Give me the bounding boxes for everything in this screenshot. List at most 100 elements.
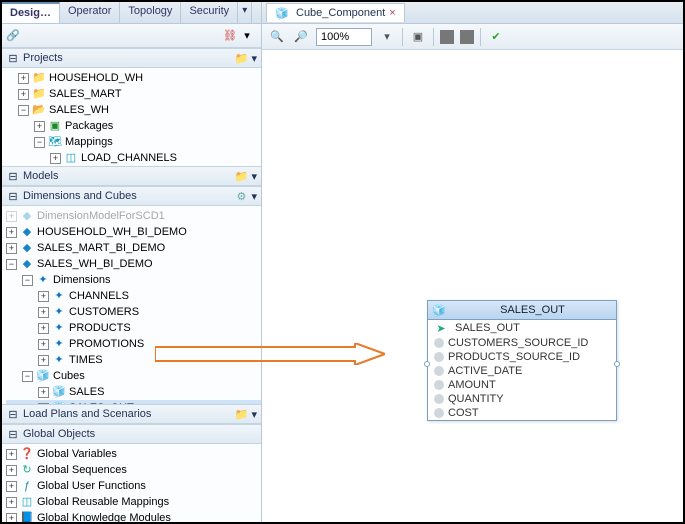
collapse-icon[interactable]: ⊟	[6, 51, 20, 65]
expander[interactable]: +	[6, 497, 17, 508]
expander[interactable]: +	[50, 153, 61, 164]
validate-icon[interactable]: ✔	[487, 28, 505, 46]
tree-label[interactable]: LOAD_CHANNELS	[81, 150, 177, 166]
tree-label[interactable]: SALES_WH	[49, 102, 109, 118]
node-attr[interactable]: AMOUNT	[428, 378, 616, 392]
dimcubes-menu-icon[interactable]: ⚙	[234, 189, 248, 203]
layout2-icon[interactable]	[460, 30, 474, 44]
section-dimcubes[interactable]: ⊟ Dimensions and Cubes ⚙ ▾	[2, 186, 261, 206]
loadplans-menu-icon[interactable]: 📁	[234, 407, 248, 421]
tree-label[interactable]: CUSTOMERS	[69, 304, 139, 320]
fit-icon[interactable]: ▣	[409, 28, 427, 46]
collapse-icon[interactable]: ⊟	[6, 407, 20, 421]
expander[interactable]: +	[38, 339, 49, 350]
expander[interactable]: −	[6, 259, 17, 270]
mapping-canvas[interactable]: 🧊 SALES_OUT ➤SALES_OUT CUSTOMERS_SOURCE_…	[262, 50, 683, 522]
node-title[interactable]: 🧊 SALES_OUT	[428, 301, 616, 320]
tree-label[interactable]: Packages	[65, 118, 113, 134]
zoom-input[interactable]	[316, 28, 372, 46]
expander[interactable]: +	[6, 449, 17, 460]
expander[interactable]: +	[38, 323, 49, 334]
tree-label[interactable]: TIMES	[69, 352, 103, 368]
chevron-down-icon[interactable]: ▾	[251, 408, 257, 421]
editor-tab-label: Cube_Component	[296, 7, 385, 19]
node-attr[interactable]: ➤SALES_OUT	[428, 320, 616, 336]
expander[interactable]: +	[6, 465, 17, 476]
tree-label[interactable]: DimensionModelForSCD1	[37, 208, 165, 224]
tree-label[interactable]: Cubes	[53, 368, 85, 384]
tree-label[interactable]: SALES_MART	[49, 86, 122, 102]
expander[interactable]: +	[18, 89, 29, 100]
zoom-dropdown-icon[interactable]: ▾	[378, 28, 396, 46]
node-sales-out[interactable]: 🧊 SALES_OUT ➤SALES_OUT CUSTOMERS_SOURCE_…	[427, 300, 617, 421]
mapping-icon: ◫	[64, 151, 78, 165]
tree-label[interactable]: Dimensions	[53, 272, 110, 288]
section-loadplans[interactable]: ⊟ Load Plans and Scenarios 📁 ▾	[2, 404, 261, 424]
expander[interactable]: −	[22, 275, 33, 286]
expander[interactable]: +	[18, 73, 29, 84]
tree-label[interactable]: SALES_WH_BI_DEMO	[37, 256, 153, 272]
tab-security[interactable]: Security	[181, 2, 238, 23]
divider	[402, 28, 403, 46]
projects-tree: +📁HOUSEHOLD_WH +📁SALES_MART −📂SALES_WH +…	[2, 68, 261, 166]
tree-label[interactable]: Global Sequences	[37, 462, 127, 478]
node-attr[interactable]: CUSTOMERS_SOURCE_ID	[428, 336, 616, 350]
chevron-down-icon[interactable]: ▾	[251, 170, 257, 183]
zoom-out-icon[interactable]: 🔎	[292, 28, 310, 46]
collapse-icon[interactable]: ⊟	[6, 427, 20, 441]
tree-label[interactable]: HOUSEHOLD_WH	[49, 70, 143, 86]
arrow-icon: ➤	[434, 321, 448, 335]
chevron-down-icon[interactable]: ▾	[251, 190, 257, 203]
expander[interactable]: +	[34, 121, 45, 132]
close-icon[interactable]: ×	[389, 7, 395, 19]
expander[interactable]: −	[34, 137, 45, 148]
tree-label[interactable]: PRODUCTS	[69, 320, 131, 336]
expander[interactable]: +	[6, 481, 17, 492]
tab-overflow[interactable]: ▾	[238, 2, 252, 23]
expander[interactable]: +	[6, 211, 17, 222]
tree-label[interactable]: Global Reusable Mappings	[37, 494, 169, 510]
section-globals[interactable]: ⊟ Global Objects	[2, 424, 261, 444]
projects-menu-icon[interactable]: 📁	[234, 51, 248, 65]
node-attr[interactable]: QUANTITY	[428, 392, 616, 406]
collapse-icon[interactable]: ⊟	[6, 169, 20, 183]
expander[interactable]: +	[38, 307, 49, 318]
collapse-icon[interactable]: ⊟	[6, 189, 20, 203]
connect-icon[interactable]: 🔗	[6, 29, 20, 43]
chevron-down-icon[interactable]: ▾	[251, 52, 257, 65]
expander[interactable]: +	[38, 387, 49, 398]
expander[interactable]: −	[22, 371, 33, 382]
editor-tab-cube-component[interactable]: 🧊 Cube_Component ×	[266, 3, 405, 22]
tree-label[interactable]: HOUSEHOLD_WH_BI_DEMO	[37, 224, 187, 240]
person-icon[interactable]: ⛓	[223, 29, 237, 43]
section-models[interactable]: ⊟ Models 📁 ▾	[2, 166, 261, 186]
tree-label[interactable]: SALES_MART_BI_DEMO	[37, 240, 165, 256]
expander[interactable]: +	[6, 243, 17, 254]
tree-label[interactable]: SALES	[69, 384, 104, 400]
tree-label[interactable]: CHANNELS	[69, 288, 129, 304]
node-attr[interactable]: COST	[428, 406, 616, 420]
column-icon	[434, 380, 444, 390]
dropdown-icon[interactable]: ▾	[240, 29, 254, 43]
expander[interactable]: +	[38, 291, 49, 302]
zoom-in-icon[interactable]: 🔍	[268, 28, 286, 46]
layout1-icon[interactable]	[440, 30, 454, 44]
expander[interactable]: +	[6, 227, 17, 238]
tab-topology[interactable]: Topology	[120, 2, 181, 23]
tree-label[interactable]: Mappings	[65, 134, 113, 150]
section-models-label: Models	[23, 170, 58, 182]
expander[interactable]: +	[38, 355, 49, 366]
tree-label[interactable]: Global Variables	[37, 446, 117, 462]
tab-operator[interactable]: Operator	[60, 2, 120, 23]
divider	[433, 28, 434, 46]
tree-label[interactable]: PROMOTIONS	[69, 336, 144, 352]
tree-label[interactable]: Global User Functions	[37, 478, 146, 494]
node-attr[interactable]: PRODUCTS_SOURCE_ID	[428, 350, 616, 364]
expander[interactable]: +	[6, 513, 17, 523]
expander[interactable]: −	[18, 105, 29, 116]
tab-designer[interactable]: Desig…	[2, 2, 60, 23]
node-attr[interactable]: ACTIVE_DATE	[428, 364, 616, 378]
models-menu-icon[interactable]: 📁	[234, 169, 248, 183]
tree-label[interactable]: Global Knowledge Modules	[37, 510, 171, 522]
section-projects[interactable]: ⊟ Projects 📁 ▾	[2, 48, 261, 68]
